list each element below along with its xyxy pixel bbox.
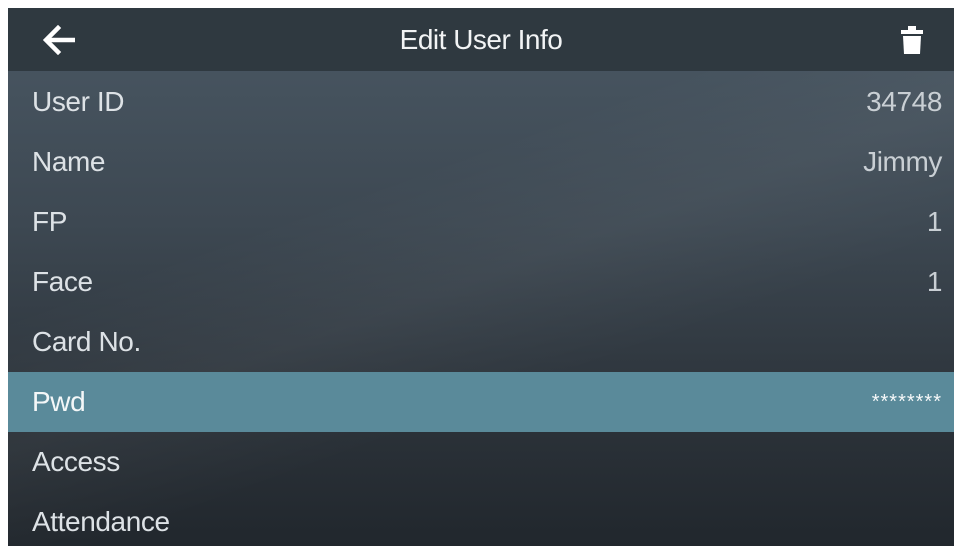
delete-button[interactable] xyxy=(890,20,934,60)
field-label: Face xyxy=(32,266,93,297)
row-attendance[interactable]: Attendance xyxy=(8,492,954,546)
row-fp[interactable]: FP 1 xyxy=(8,192,954,252)
field-label: Attendance xyxy=(32,506,170,537)
field-label: Access xyxy=(32,446,120,477)
field-value: 34748 xyxy=(866,86,942,117)
row-card-no[interactable]: Card No. xyxy=(8,312,954,372)
arrow-left-icon xyxy=(43,25,75,55)
field-list: User ID 34748 Name Jimmy FP 1 Face 1 Car… xyxy=(8,72,954,546)
row-name[interactable]: Name Jimmy xyxy=(8,132,954,192)
row-user-id[interactable]: User ID 34748 xyxy=(8,72,954,132)
field-label: Card No. xyxy=(32,326,141,357)
trash-icon xyxy=(901,26,923,54)
row-access[interactable]: Access xyxy=(8,432,954,492)
page-title: Edit User Info xyxy=(399,23,563,55)
field-value: 1 xyxy=(926,266,943,297)
field-label: Name xyxy=(32,146,106,177)
field-value: 1 xyxy=(926,206,943,237)
field-label: User ID xyxy=(32,86,125,117)
field-label: Pwd xyxy=(32,386,86,417)
back-button[interactable] xyxy=(38,20,82,60)
field-label: FP xyxy=(32,206,67,237)
field-value: Jimmy xyxy=(863,146,942,177)
field-value: ******** xyxy=(871,390,942,413)
title-bar: Edit User Info xyxy=(8,8,954,71)
row-face[interactable]: Face 1 xyxy=(8,252,954,312)
device-screen: Edit User Info User ID 34748 Name Jimmy … xyxy=(8,8,954,546)
row-pwd[interactable]: Pwd ******** xyxy=(8,372,954,432)
